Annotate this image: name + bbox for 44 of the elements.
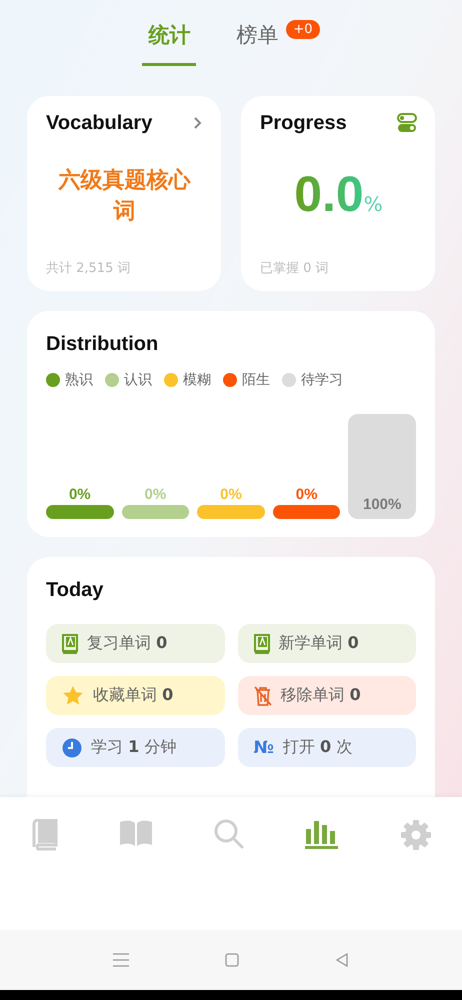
legend-label: 熟识	[65, 370, 93, 389]
home-icon[interactable]	[225, 953, 239, 967]
star-icon	[62, 685, 84, 706]
stat-text: 新学单词 0	[278, 633, 359, 654]
toggle-icon[interactable]	[397, 113, 417, 134]
back-icon[interactable]	[335, 953, 349, 967]
legend-label: 模糊	[183, 370, 211, 389]
book-icon[interactable]	[30, 819, 58, 851]
search-icon[interactable]	[214, 819, 244, 849]
legend-label: 待学习	[301, 370, 343, 389]
menu-icon[interactable]	[113, 953, 129, 967]
book-icon	[254, 634, 270, 654]
stat-text: 学习 1 分钟	[91, 737, 176, 758]
open-book-icon[interactable]	[119, 819, 154, 847]
bar-label: 100%	[362, 497, 402, 515]
bar-label: 0%	[296, 487, 318, 503]
chevron-icon	[193, 116, 203, 130]
book-name: 六级真题核心词	[57, 166, 192, 226]
card-title: Today	[46, 579, 104, 601]
card-title: Vocabulary	[46, 112, 152, 135]
total-words: 共计 2,515 词	[46, 260, 132, 277]
bar-label: 0%	[68, 487, 91, 503]
bar-label: 0%	[220, 487, 242, 503]
legend-label: 认识	[124, 370, 152, 389]
number-sign: №	[254, 738, 274, 758]
bar-label: 0%	[144, 487, 166, 503]
stat-text: 移除单词 0	[280, 685, 361, 706]
bar-chart-icon[interactable]	[304, 819, 339, 849]
legend-label: 陌生	[242, 370, 270, 389]
tab[interactable]: 统计	[142, 20, 196, 66]
card-title: Distribution	[46, 332, 160, 356]
stat-text: 打开 0 次	[282, 737, 352, 758]
stat-text: 复习单词 0	[87, 633, 168, 654]
vocabulary-card[interactable]: Vocabulary 六级真题核心词 共计 2,515 词	[27, 96, 221, 291]
tab[interactable]: 榜单	[230, 20, 284, 66]
settings-icon[interactable]	[400, 819, 432, 851]
card-title: Progress	[260, 112, 347, 135]
count-badge: +0	[286, 20, 320, 39]
book-icon	[62, 634, 78, 654]
clock-icon	[62, 738, 82, 758]
mastered-words: 已掌握 0 词	[260, 260, 330, 277]
trash-icon	[254, 686, 272, 706]
percent-sign: %	[364, 192, 383, 216]
stat-text: 收藏单词 0	[93, 685, 174, 706]
